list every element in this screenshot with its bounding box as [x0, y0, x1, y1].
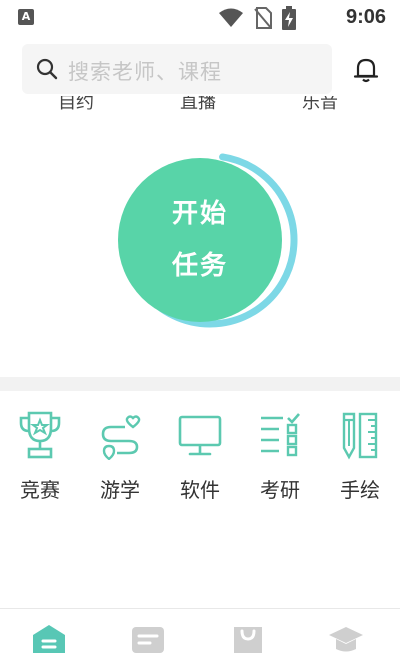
search-placeholder: 搜索老师、课程 [68, 60, 222, 84]
section-divider [0, 377, 400, 391]
route-icon [101, 415, 141, 460]
graduation-cap-icon[interactable] [328, 623, 364, 653]
wifi-icon [219, 8, 243, 27]
category-row: 竞赛 游学 软件 考研 手绘 [0, 410, 400, 520]
pencil-ruler-icon [342, 412, 378, 460]
shop-bag-icon[interactable] [230, 623, 266, 653]
trophy-icon [19, 411, 61, 459]
category-label: 软件 [180, 478, 220, 502]
start-task-button[interactable]: 开始 任务 [110, 136, 310, 336]
home-icon[interactable] [31, 623, 67, 653]
bottom-nav [0, 608, 400, 653]
cutoff-label: 乐音 [302, 96, 338, 110]
status-bar: A 9:06 [0, 0, 400, 36]
notes-icon[interactable] [130, 623, 166, 653]
scrolled-label-row: 自约 直播 乐音 [0, 96, 400, 110]
category-label: 手绘 [340, 478, 380, 502]
status-icons [218, 6, 296, 30]
search-input[interactable]: 搜索老师、课程 [22, 44, 332, 94]
status-time: 9:06 [345, 6, 386, 28]
category-hand-drawing[interactable]: 手绘 [320, 410, 400, 503]
task-label-line2: 任务 [171, 251, 228, 281]
task-label-line1: 开始 [171, 199, 228, 229]
cutoff-label: 自约 [58, 96, 94, 110]
category-label: 竞赛 [20, 478, 60, 502]
category-study-tour[interactable]: 游学 [80, 410, 160, 503]
no-sim-icon [254, 7, 272, 29]
bell-icon[interactable] [352, 56, 380, 84]
task-circle: 开始 任务 [118, 158, 282, 322]
search-icon [36, 58, 58, 80]
cutoff-label: 直播 [180, 96, 216, 110]
category-label: 考研 [260, 478, 300, 502]
checklist-icon [261, 413, 300, 457]
monitor-icon [178, 415, 222, 456]
battery-charging-icon [282, 6, 296, 30]
category-software[interactable]: 软件 [160, 410, 240, 503]
category-postgraduate[interactable]: 考研 [240, 410, 320, 503]
category-label: 游学 [100, 478, 140, 502]
category-competition[interactable]: 竞赛 [0, 410, 80, 503]
app-notification-icon: A [18, 9, 34, 25]
